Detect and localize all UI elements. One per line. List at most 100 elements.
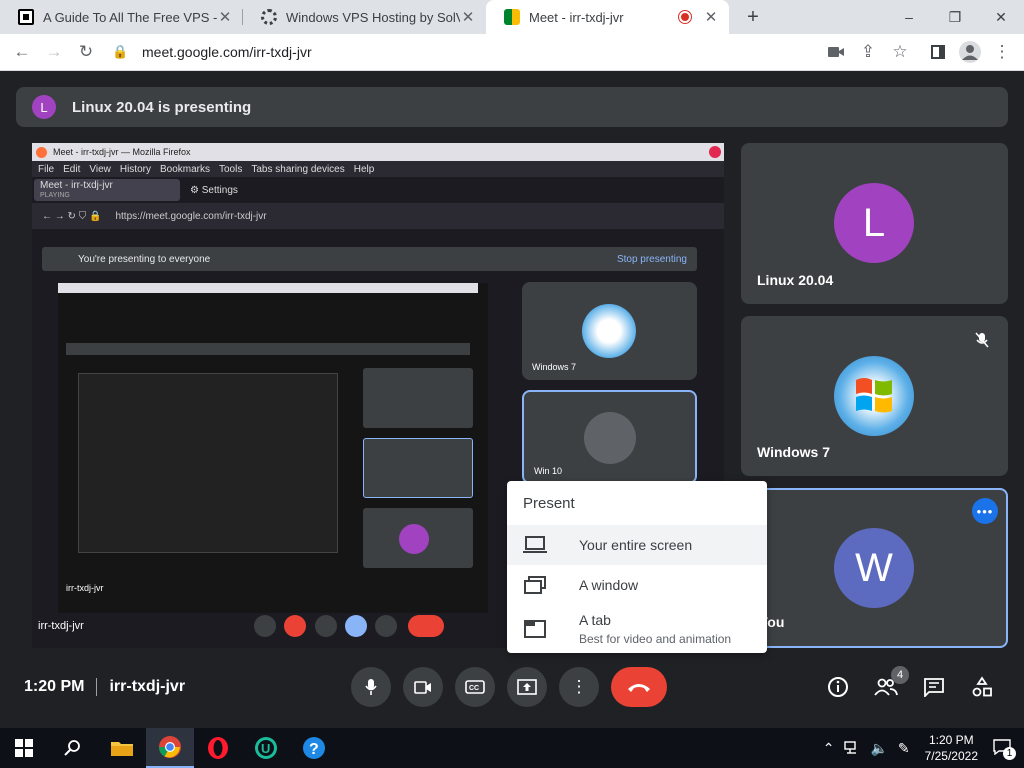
close-tab-icon[interactable]: ✕ xyxy=(703,8,719,26)
help-icon: ? xyxy=(303,737,325,759)
forward-icon[interactable]: → xyxy=(38,36,70,68)
mic-button[interactable] xyxy=(351,667,391,707)
taskbar-clock[interactable]: 1:20 PM 7/25/2022 xyxy=(915,732,988,764)
opera-icon xyxy=(208,737,228,759)
menu-item: Help xyxy=(353,163,375,175)
participant-avatar: L xyxy=(834,183,914,263)
help-taskbar-button[interactable]: ? xyxy=(290,728,338,768)
present-window[interactable]: A window xyxy=(507,565,767,605)
recursive-screen-preview: irr-txdj-jvr xyxy=(58,283,488,613)
avatar-placeholder xyxy=(584,412,636,464)
search-icon xyxy=(64,740,80,756)
maximize-button[interactable]: ❐ xyxy=(932,0,978,34)
video-icon xyxy=(414,680,431,694)
volume-icon[interactable]: 🔈 xyxy=(865,740,892,757)
shared-presenting-text: You're presenting to everyone xyxy=(78,253,211,265)
meeting-code: irr-txdj-jvr xyxy=(109,678,186,696)
participant-tile-windows7[interactable]: Windows 7 xyxy=(741,316,1008,476)
present-entire-screen[interactable]: Your entire screen xyxy=(507,525,767,565)
shared-tab-sub: PLAYING xyxy=(40,192,70,199)
app-u-taskbar-button[interactable]: U xyxy=(242,728,290,768)
shared-tab-bar: Meet - irr-txdj-jvr PLAYING ⚙ Settings xyxy=(32,177,724,203)
menu-item: History xyxy=(119,163,151,175)
browser-tab-solvps[interactable]: Windows VPS Hosting by SolVPS ✕ xyxy=(243,0,486,34)
shared-menu-bar: File Edit View History Bookmarks Tools T… xyxy=(32,161,724,177)
shared-tab-settings: ⚙ Settings xyxy=(190,184,238,196)
meeting-time: 1:20 PM xyxy=(24,678,85,696)
shared-presenting-bar: You're presenting to everyone Stop prese… xyxy=(42,247,697,271)
chat-button[interactable] xyxy=(919,672,949,702)
camera-icon[interactable] xyxy=(820,36,852,68)
hang-up-icon xyxy=(628,684,650,692)
network-icon[interactable] xyxy=(839,740,865,757)
mic-off-icon xyxy=(970,328,994,352)
mic-icon xyxy=(365,679,377,695)
profile-icon[interactable] xyxy=(954,36,986,68)
address-bar[interactable]: 🔒 meet.google.com/irr-txdj-jvr xyxy=(102,37,820,67)
taskbar-date: 7/25/2022 xyxy=(924,749,978,763)
shared-url: https://meet.google.com/irr-txdj-jvr xyxy=(115,210,267,222)
start-button[interactable] xyxy=(0,728,48,768)
window-controls: – ❐ ✕ xyxy=(886,0,1024,34)
present-option-label: A window xyxy=(579,577,639,593)
search-button[interactable] xyxy=(48,728,96,768)
browser-toolbar: ← → ↻ 🔒 meet.google.com/irr-txdj-jvr ⇪ ☆… xyxy=(0,34,1024,71)
meeting-info-button[interactable] xyxy=(823,672,853,702)
captions-button[interactable]: CC xyxy=(455,667,495,707)
present-option-sub: Best for video and animation xyxy=(579,632,732,646)
windows-logo-icon xyxy=(834,356,914,436)
share-icon[interactable]: ⇪ xyxy=(852,36,884,68)
menu-kebab-icon[interactable]: ⋮ xyxy=(986,36,1018,68)
menu-item: Bookmarks xyxy=(159,163,210,175)
file-explorer-button[interactable] xyxy=(98,728,146,768)
browser-tab-vps-guide[interactable]: A Guide To All The Free VPS - an ✕ xyxy=(0,0,243,34)
camera-button[interactable] xyxy=(403,667,443,707)
more-vert-icon: ⋮ xyxy=(570,677,588,696)
participant-tile-you[interactable]: ••• W You xyxy=(741,488,1008,648)
svg-text:CC: CC xyxy=(469,685,479,692)
notifications-icon[interactable]: 1 xyxy=(988,738,1016,760)
presenter-avatar: L xyxy=(32,95,56,119)
people-button[interactable]: 4 xyxy=(871,666,909,702)
url-text: meet.google.com/irr-txdj-jvr xyxy=(142,44,312,60)
taskbar-time: 1:20 PM xyxy=(928,733,974,747)
chrome-taskbar-button[interactable] xyxy=(146,728,194,768)
menu-item: Edit xyxy=(63,163,81,175)
back-icon[interactable]: ← xyxy=(6,36,38,68)
close-tab-icon[interactable]: ✕ xyxy=(460,8,476,26)
present-menu: Present Your entire screen A window A ta… xyxy=(507,481,767,653)
present-tab[interactable]: A tab Best for video and animation xyxy=(507,605,767,653)
side-panel-icon[interactable] xyxy=(922,36,954,68)
more-options-icon[interactable]: ••• xyxy=(972,498,998,524)
activities-button[interactable] xyxy=(967,672,997,702)
ime-icon[interactable]: ✎ xyxy=(893,740,915,757)
minimize-button[interactable]: – xyxy=(886,0,932,34)
tray-chevron-icon[interactable]: ⌃ xyxy=(818,740,840,757)
tab-title: A Guide To All The Free VPS - an xyxy=(43,9,217,25)
more-options-button[interactable]: ⋮ xyxy=(559,667,599,707)
new-tab-button[interactable]: + xyxy=(739,3,767,31)
shared-tile-windows7: Windows 7 xyxy=(522,282,697,380)
participant-tile-linux[interactable]: L Linux 20.04 xyxy=(741,143,1008,304)
lock-icon[interactable]: 🔒 xyxy=(112,44,130,60)
chat-icon xyxy=(924,678,944,697)
u-app-icon: U xyxy=(255,737,277,759)
browser-tab-meet[interactable]: Meet - irr-txdj-jvr ✕ xyxy=(486,0,729,34)
opera-taskbar-button[interactable] xyxy=(194,728,242,768)
captions-icon: CC xyxy=(465,680,485,694)
svg-text:U: U xyxy=(261,741,270,756)
meet-control-bar: 1:20 PM irr-txdj-jvr CC ⋮ 4 xyxy=(0,657,1024,719)
solvps-favicon-icon xyxy=(261,9,277,25)
close-tab-icon[interactable]: ✕ xyxy=(217,8,233,26)
reload-icon[interactable]: ↻ xyxy=(70,36,102,68)
presenting-banner: L Linux 20.04 is presenting xyxy=(16,87,1008,127)
leave-call-button[interactable] xyxy=(611,667,667,707)
menu-item: View xyxy=(89,163,111,175)
window-icon xyxy=(524,576,546,594)
bookmark-star-icon[interactable]: ☆ xyxy=(884,36,916,68)
inner-meeting-code: irr-txdj-jvr xyxy=(66,583,104,593)
present-button[interactable] xyxy=(507,667,547,707)
close-window-button[interactable]: ✕ xyxy=(978,0,1024,34)
shared-title-bar: Meet - irr-txdj-jvr — Mozilla Firefox xyxy=(32,143,724,161)
shared-tab-title: Settings xyxy=(201,184,238,196)
